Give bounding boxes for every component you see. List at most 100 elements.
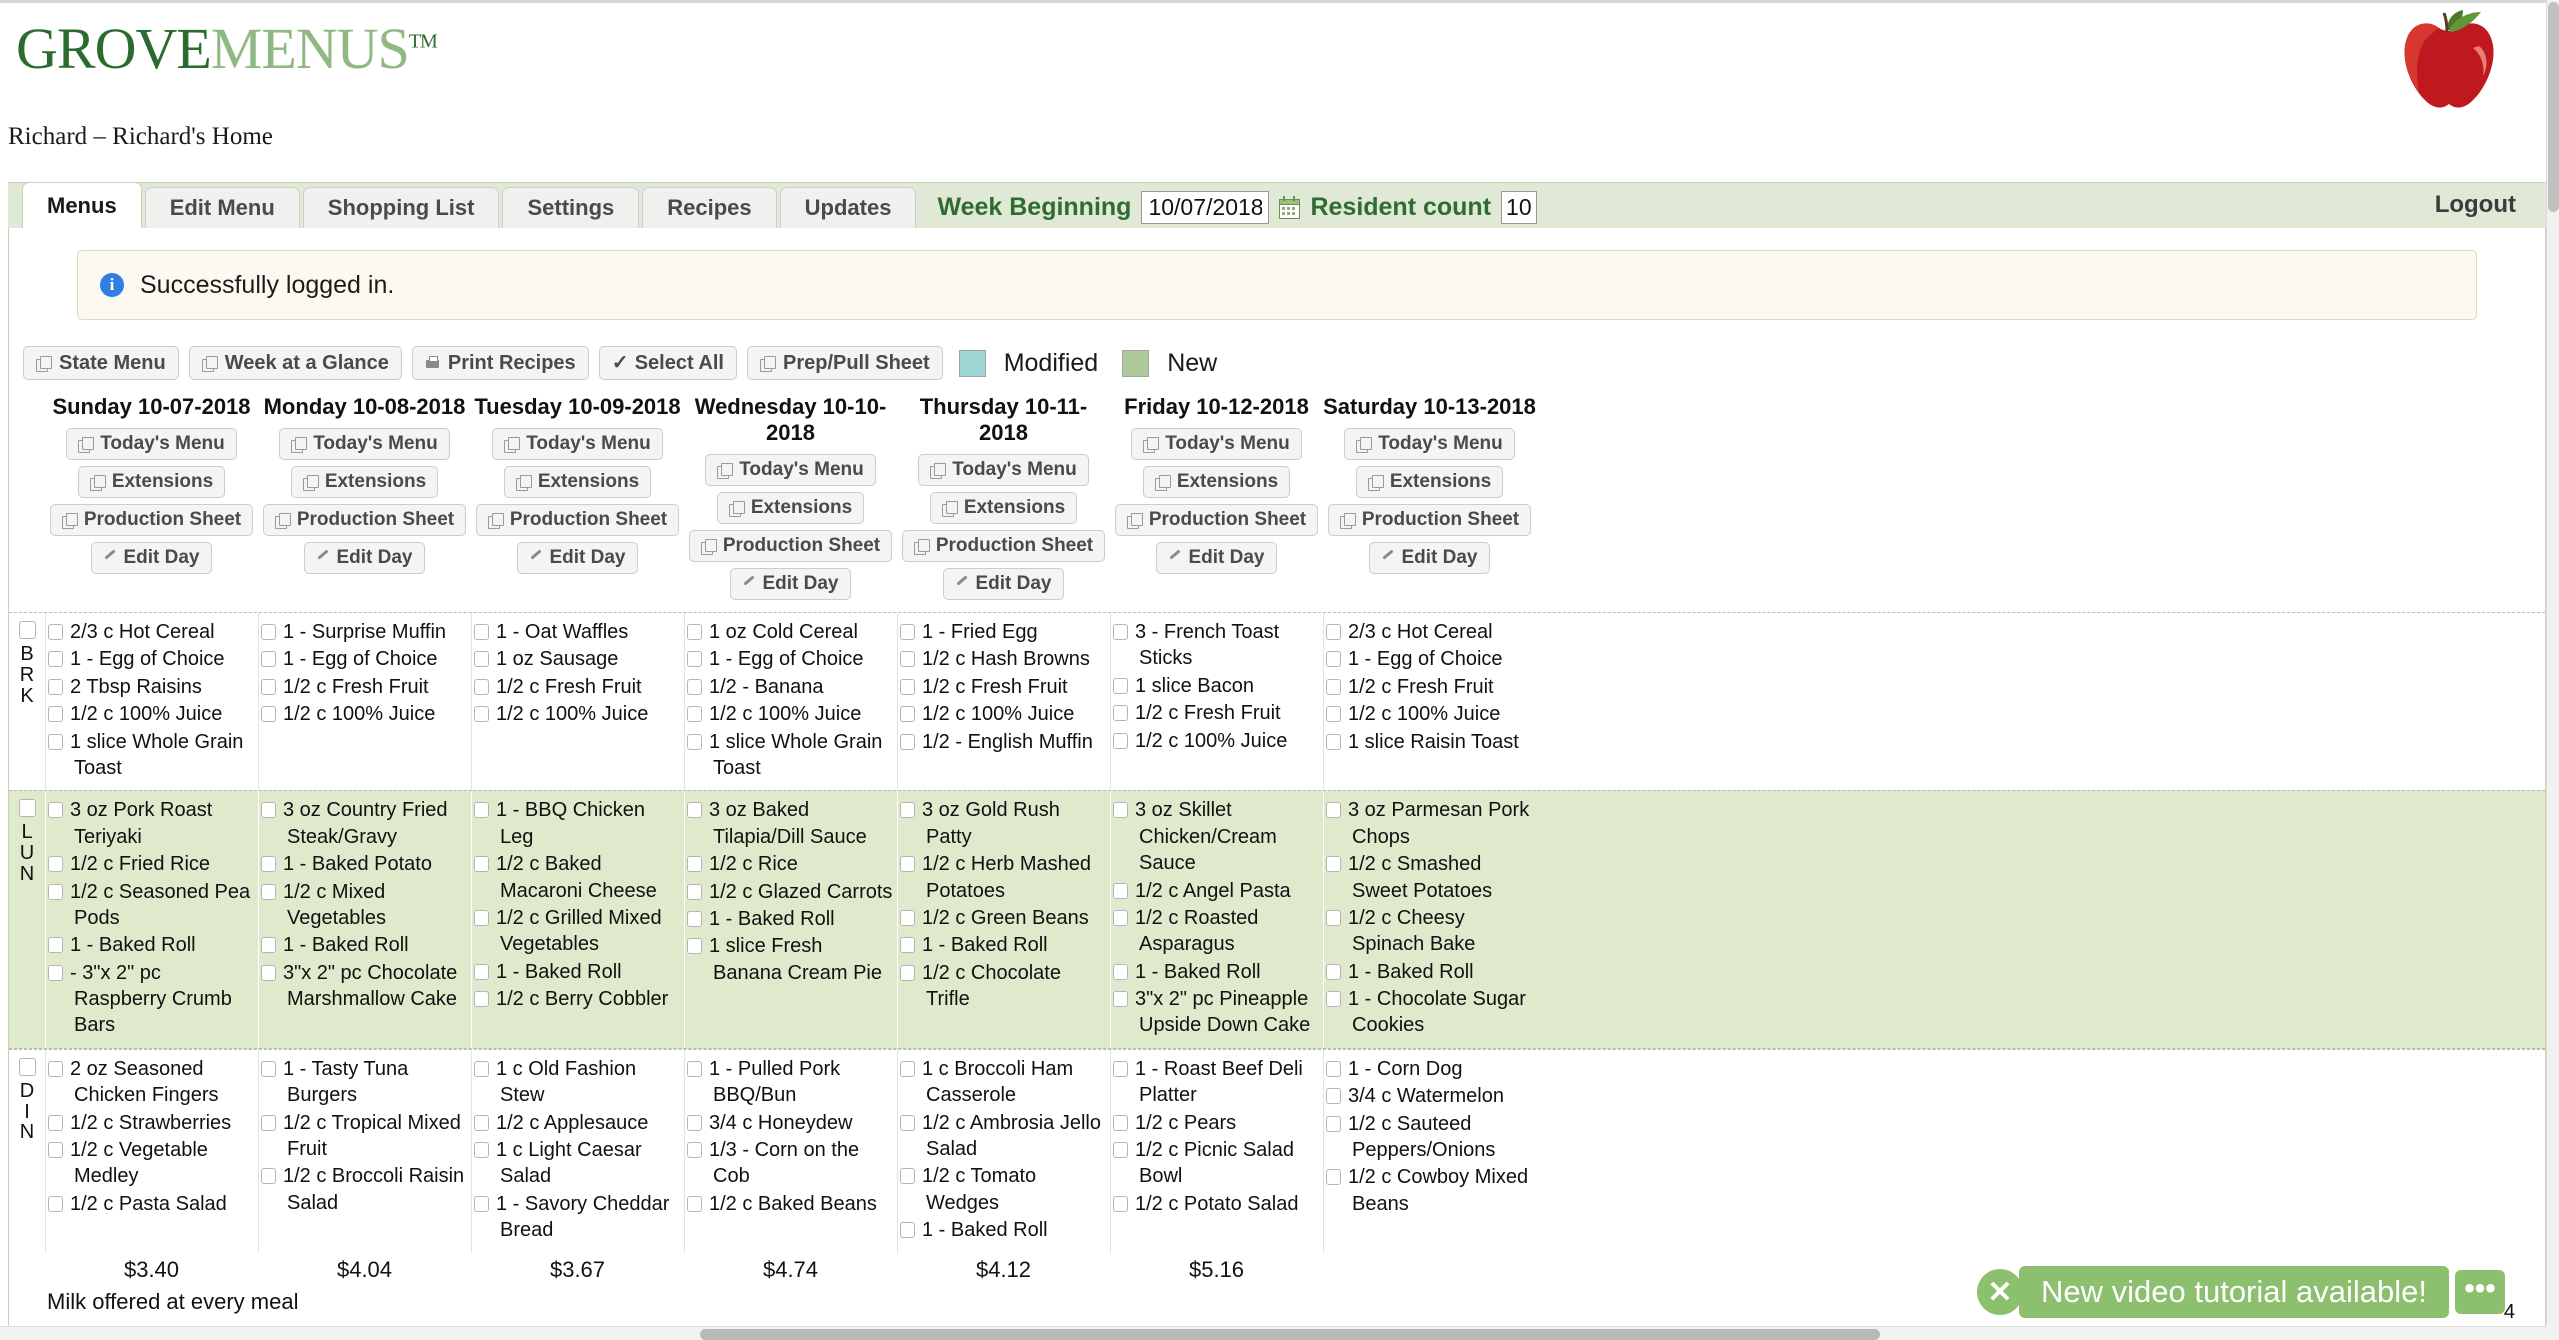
menu-item-checkbox[interactable] xyxy=(687,1196,702,1212)
production-sheet-button[interactable]: Production Sheet xyxy=(50,504,253,536)
menu-item-checkbox[interactable] xyxy=(687,911,702,927)
menu-item-checkbox[interactable] xyxy=(474,856,489,872)
brand-logo[interactable]: GROVEMENUSTM xyxy=(16,20,437,78)
tab-shopping-list[interactable]: Shopping List xyxy=(303,187,500,228)
tab-settings[interactable]: Settings xyxy=(502,187,639,228)
todays-menu-button[interactable]: Today's Menu xyxy=(492,428,663,460)
horizontal-scrollbar[interactable] xyxy=(0,1326,2546,1340)
menu-item-checkbox[interactable] xyxy=(48,884,63,900)
menu-item-checkbox[interactable] xyxy=(687,884,702,900)
calendar-icon[interactable] xyxy=(1279,196,1300,219)
todays-menu-button[interactable]: Today's Menu xyxy=(918,454,1089,486)
menu-item-checkbox[interactable] xyxy=(1113,705,1128,721)
menu-item-checkbox[interactable] xyxy=(261,624,276,640)
menu-item-checkbox[interactable] xyxy=(261,679,276,695)
menu-item-checkbox[interactable] xyxy=(687,1115,702,1131)
menu-item-checkbox[interactable] xyxy=(1113,624,1128,640)
tab-edit-menu[interactable]: Edit Menu xyxy=(145,187,300,228)
menu-item-checkbox[interactable] xyxy=(900,1222,915,1238)
menu-item-checkbox[interactable] xyxy=(48,965,63,981)
more-options-icon[interactable]: ••• xyxy=(2455,1270,2505,1314)
menu-item-checkbox[interactable] xyxy=(900,1061,915,1077)
production-sheet-button[interactable]: Production Sheet xyxy=(689,530,892,562)
week-at-a-glance-button[interactable]: Week at a Glance xyxy=(189,346,402,380)
production-sheet-button[interactable]: Production Sheet xyxy=(902,530,1105,562)
menu-item-checkbox[interactable] xyxy=(261,937,276,953)
menu-item-checkbox[interactable] xyxy=(1326,706,1341,722)
menu-item-checkbox[interactable] xyxy=(474,706,489,722)
menu-item-checkbox[interactable] xyxy=(261,1115,276,1131)
menu-item-checkbox[interactable] xyxy=(261,884,276,900)
menu-item-checkbox[interactable] xyxy=(48,624,63,640)
menu-item-checkbox[interactable] xyxy=(48,1115,63,1131)
edit-day-button[interactable]: Edit Day xyxy=(91,542,211,574)
close-icon[interactable]: ✕ xyxy=(1977,1269,2023,1315)
menu-item-checkbox[interactable] xyxy=(687,802,702,818)
menu-item-checkbox[interactable] xyxy=(1113,1142,1128,1158)
menu-item-checkbox[interactable] xyxy=(1113,964,1128,980)
menu-item-checkbox[interactable] xyxy=(900,910,915,926)
extensions-button[interactable]: Extensions xyxy=(1356,466,1503,498)
extensions-button[interactable]: Extensions xyxy=(504,466,651,498)
menu-item-checkbox[interactable] xyxy=(1113,991,1128,1007)
extensions-button[interactable]: Extensions xyxy=(78,466,225,498)
menu-item-checkbox[interactable] xyxy=(1326,651,1341,667)
menu-item-checkbox[interactable] xyxy=(900,679,915,695)
menu-item-checkbox[interactable] xyxy=(1326,1061,1341,1077)
menu-item-checkbox[interactable] xyxy=(687,938,702,954)
extensions-button[interactable]: Extensions xyxy=(717,492,864,524)
todays-menu-button[interactable]: Today's Menu xyxy=(279,428,450,460)
menu-item-checkbox[interactable] xyxy=(1326,856,1341,872)
menu-item-checkbox[interactable] xyxy=(48,1196,63,1212)
menu-item-checkbox[interactable] xyxy=(900,624,915,640)
menu-item-checkbox[interactable] xyxy=(1113,733,1128,749)
menu-item-checkbox[interactable] xyxy=(474,1142,489,1158)
menu-item-checkbox[interactable] xyxy=(48,734,63,750)
production-sheet-button[interactable]: Production Sheet xyxy=(1115,504,1318,536)
menu-item-checkbox[interactable] xyxy=(261,1168,276,1184)
state-menu-button[interactable]: State Menu xyxy=(23,346,179,380)
menu-item-checkbox[interactable] xyxy=(474,910,489,926)
menu-item-checkbox[interactable] xyxy=(900,856,915,872)
todays-menu-button[interactable]: Today's Menu xyxy=(705,454,876,486)
menu-item-checkbox[interactable] xyxy=(1326,624,1341,640)
production-sheet-button[interactable]: Production Sheet xyxy=(476,504,679,536)
menu-item-checkbox[interactable] xyxy=(1326,991,1341,1007)
horizontal-scrollbar-thumb[interactable] xyxy=(700,1329,1880,1340)
menu-item-checkbox[interactable] xyxy=(474,624,489,640)
menu-item-checkbox[interactable] xyxy=(48,1142,63,1158)
logout-button[interactable]: Logout xyxy=(2421,187,2530,223)
edit-day-button[interactable]: Edit Day xyxy=(517,542,637,574)
edit-day-button[interactable]: Edit Day xyxy=(304,542,424,574)
menu-item-checkbox[interactable] xyxy=(1326,802,1341,818)
menu-item-checkbox[interactable] xyxy=(261,802,276,818)
menu-item-checkbox[interactable] xyxy=(48,651,63,667)
toast-message[interactable]: New video tutorial available! xyxy=(2019,1266,2449,1318)
menu-item-checkbox[interactable] xyxy=(474,651,489,667)
todays-menu-button[interactable]: Today's Menu xyxy=(1131,428,1302,460)
menu-item-checkbox[interactable] xyxy=(1113,802,1128,818)
edit-day-button[interactable]: Edit Day xyxy=(1369,542,1489,574)
menu-item-checkbox[interactable] xyxy=(261,965,276,981)
menu-item-checkbox[interactable] xyxy=(1113,678,1128,694)
menu-item-checkbox[interactable] xyxy=(1326,1169,1341,1185)
menu-item-checkbox[interactable] xyxy=(900,1115,915,1131)
menu-item-checkbox[interactable] xyxy=(687,706,702,722)
meal-row-select-checkbox[interactable] xyxy=(19,621,36,639)
menu-item-checkbox[interactable] xyxy=(687,679,702,695)
menu-item-checkbox[interactable] xyxy=(1113,910,1128,926)
menu-item-checkbox[interactable] xyxy=(1113,1115,1128,1131)
menu-item-checkbox[interactable] xyxy=(48,706,63,722)
menu-item-checkbox[interactable] xyxy=(48,937,63,953)
resident-count-input[interactable] xyxy=(1501,191,1537,224)
menu-item-checkbox[interactable] xyxy=(261,856,276,872)
menu-item-checkbox[interactable] xyxy=(1113,883,1128,899)
menu-item-checkbox[interactable] xyxy=(474,991,489,1007)
menu-item-checkbox[interactable] xyxy=(1326,1088,1341,1104)
menu-item-checkbox[interactable] xyxy=(474,679,489,695)
menu-item-checkbox[interactable] xyxy=(687,1061,702,1077)
menu-item-checkbox[interactable] xyxy=(48,1061,63,1077)
menu-item-checkbox[interactable] xyxy=(261,1061,276,1077)
edit-day-button[interactable]: Edit Day xyxy=(730,568,850,600)
menu-item-checkbox[interactable] xyxy=(474,1115,489,1131)
